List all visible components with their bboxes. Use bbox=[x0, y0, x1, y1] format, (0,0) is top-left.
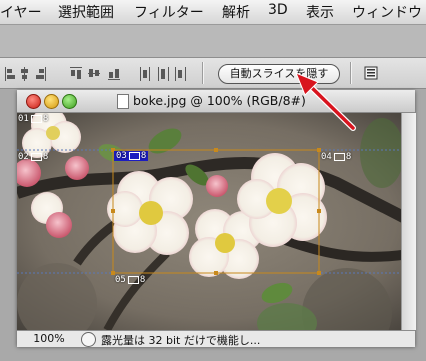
envelope-icon bbox=[128, 151, 140, 160]
slice-label-04[interactable]: 04 8 bbox=[321, 152, 351, 162]
document-window: boke.jpg @ 100% (RGB/8#) 01 8 02 8 03 8 … bbox=[17, 90, 416, 347]
document-titlebar[interactable]: boke.jpg @ 100% (RGB/8#) bbox=[17, 90, 415, 113]
menu-3d[interactable]: 3D bbox=[268, 2, 288, 18]
menu-filter[interactable]: フィルター bbox=[134, 2, 204, 22]
options-separator bbox=[202, 62, 204, 84]
zoom-field[interactable]: 100% bbox=[21, 332, 77, 345]
options-bar bbox=[0, 58, 426, 89]
photo bbox=[17, 113, 415, 330]
slice-label-03-selected[interactable]: 03 8 bbox=[114, 151, 149, 161]
vertical-scrollbar[interactable] bbox=[401, 113, 416, 330]
align-distribute-icons[interactable] bbox=[0, 58, 200, 88]
menu-window[interactable]: ウィンドウ bbox=[352, 2, 422, 22]
slice-label-05[interactable]: 05 8 bbox=[115, 275, 145, 285]
slice-label-01[interactable]: 01 8 bbox=[18, 114, 48, 124]
document-icon bbox=[117, 94, 129, 109]
slice-label-02[interactable]: 02 8 bbox=[18, 152, 48, 162]
hide-auto-slices-button[interactable]: 自動スライスを隠す bbox=[218, 64, 340, 84]
app-background bbox=[0, 25, 426, 58]
menu-bar: イヤー 選択範囲 フィルター 解析 3D 表示 ウィンドウ bbox=[0, 0, 426, 25]
close-icon[interactable] bbox=[26, 94, 41, 109]
status-menu-icon[interactable] bbox=[81, 332, 96, 347]
minimize-icon[interactable] bbox=[44, 94, 59, 109]
menu-analysis[interactable]: 解析 bbox=[222, 2, 250, 22]
envelope-icon bbox=[30, 152, 42, 161]
menu-select[interactable]: 選択範囲 bbox=[58, 2, 114, 22]
status-text[interactable]: 露光量は 32 bit だけで機能し... bbox=[101, 332, 260, 348]
envelope-icon bbox=[127, 275, 139, 284]
slice-options-icon[interactable] bbox=[364, 66, 378, 80]
status-bar: 100% 露光量は 32 bit だけで機能し... bbox=[17, 330, 415, 347]
envelope-icon bbox=[30, 114, 42, 123]
options-separator bbox=[350, 62, 352, 84]
zoom-icon[interactable] bbox=[62, 94, 77, 109]
document-title: boke.jpg @ 100% (RGB/8#) bbox=[133, 93, 306, 108]
menu-layer[interactable]: イヤー bbox=[0, 2, 42, 22]
image-canvas[interactable]: 01 8 02 8 03 8 04 8 05 8 bbox=[17, 113, 415, 330]
menu-view[interactable]: 表示 bbox=[306, 2, 334, 22]
envelope-icon bbox=[333, 152, 345, 161]
